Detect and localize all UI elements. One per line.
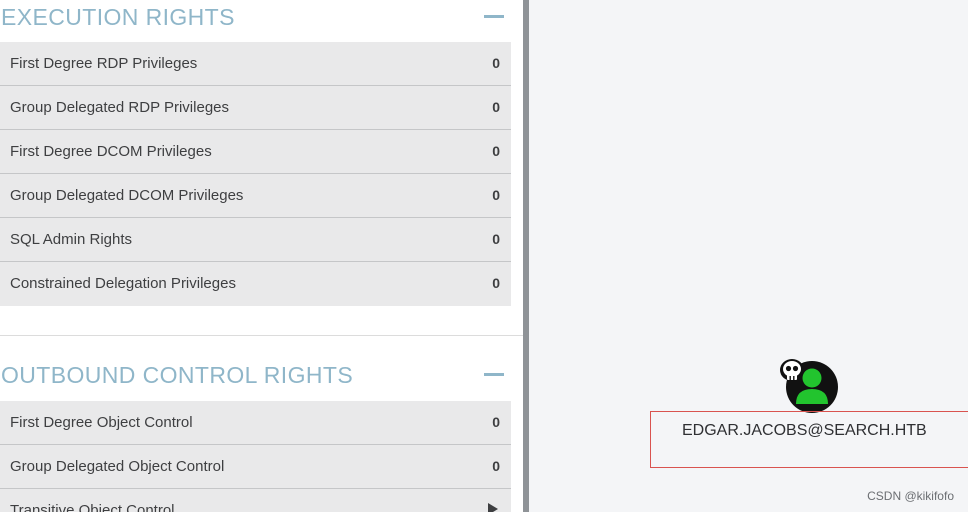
node-info-panel: EXECUTION RIGHTS First Degree RDP Privil… bbox=[0, 0, 523, 512]
user-skull-icon[interactable] bbox=[778, 356, 840, 414]
watermark: CSDN @kikifofo bbox=[867, 489, 954, 503]
row-group-delegated-rdp[interactable]: Group Delegated RDP Privileges 0 bbox=[0, 86, 511, 130]
collapse-icon[interactable] bbox=[484, 373, 504, 376]
execution-rights-title: EXECUTION RIGHTS bbox=[1, 4, 235, 30]
row-count: 0 bbox=[492, 414, 500, 430]
collapse-icon[interactable] bbox=[484, 15, 504, 18]
row-first-degree-object-control[interactable]: First Degree Object Control 0 bbox=[0, 401, 511, 445]
execution-rights-header[interactable]: EXECUTION RIGHTS bbox=[0, 0, 520, 34]
row-label: Group Delegated Object Control bbox=[10, 458, 225, 475]
row-count: 0 bbox=[492, 187, 500, 203]
row-label: First Degree Object Control bbox=[10, 414, 193, 431]
row-group-delegated-dcom[interactable]: Group Delegated DCOM Privileges 0 bbox=[0, 174, 511, 218]
row-count: 0 bbox=[492, 458, 500, 474]
row-sql-admin-rights[interactable]: SQL Admin Rights 0 bbox=[0, 218, 511, 262]
outbound-control-rights-list: First Degree Object Control 0 Group Dele… bbox=[0, 401, 511, 512]
row-label: First Degree DCOM Privileges bbox=[10, 143, 212, 160]
row-first-degree-dcom[interactable]: First Degree DCOM Privileges 0 bbox=[0, 130, 511, 174]
row-count: 0 bbox=[492, 55, 500, 71]
row-constrained-delegation[interactable]: Constrained Delegation Privileges 0 bbox=[0, 262, 511, 306]
row-count: 0 bbox=[492, 275, 500, 291]
outbound-control-rights-title: OUTBOUND CONTROL RIGHTS bbox=[1, 362, 354, 388]
row-count: 0 bbox=[492, 231, 500, 247]
node-label[interactable]: EDGAR.JACOBS@SEARCH.HTB bbox=[682, 422, 927, 440]
row-group-delegated-object-control[interactable]: Group Delegated Object Control 0 bbox=[0, 445, 511, 489]
row-first-degree-rdp[interactable]: First Degree RDP Privileges 0 bbox=[0, 42, 511, 86]
row-label: Group Delegated RDP Privileges bbox=[10, 99, 230, 116]
row-label: First Degree RDP Privileges bbox=[10, 55, 198, 72]
row-label: Transitive Object Control bbox=[10, 502, 175, 512]
row-label: Constrained Delegation Privileges bbox=[10, 275, 236, 292]
row-transitive-object-control[interactable]: Transitive Object Control bbox=[0, 489, 511, 512]
row-count: 0 bbox=[492, 143, 500, 159]
execution-rights-list: First Degree RDP Privileges 0 Group Dele… bbox=[0, 42, 511, 306]
section-divider bbox=[0, 335, 523, 336]
row-count: 0 bbox=[492, 99, 500, 115]
row-label: SQL Admin Rights bbox=[10, 231, 132, 248]
expand-arrow-icon[interactable] bbox=[488, 503, 498, 512]
outbound-control-rights-header[interactable]: OUTBOUND CONTROL RIGHTS bbox=[0, 358, 520, 392]
row-label: Group Delegated DCOM Privileges bbox=[10, 187, 244, 204]
